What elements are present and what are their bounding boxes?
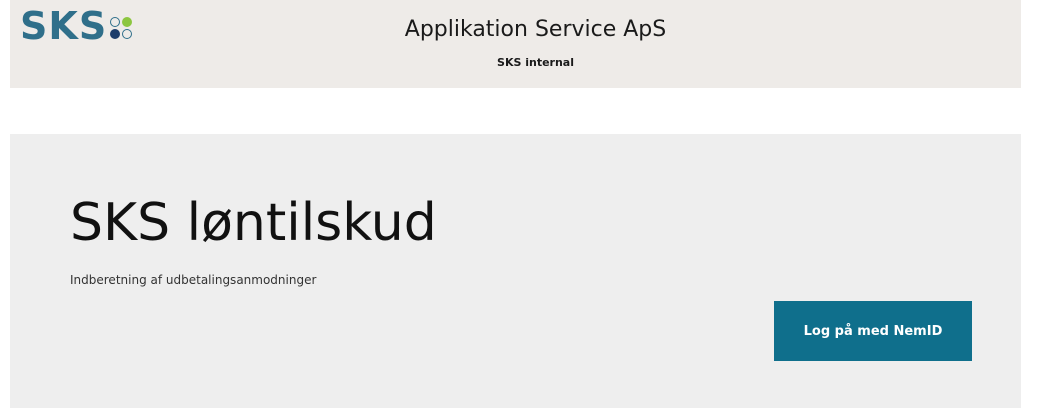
header-bar: SKS Applikation Service ApS SKS internal: [10, 0, 1021, 88]
header-subtitle: SKS internal: [497, 56, 574, 69]
nemid-login-button[interactable]: Log på med NemID: [774, 301, 972, 361]
header-title: Applikation Service ApS: [404, 17, 667, 42]
page-title: SKS løntilskud: [70, 193, 437, 253]
page-subtitle: Indberetning af udbetalingsanmodninger: [70, 273, 317, 287]
hero-panel: SKS løntilskud Indberetning af udbetalin…: [10, 134, 1021, 408]
